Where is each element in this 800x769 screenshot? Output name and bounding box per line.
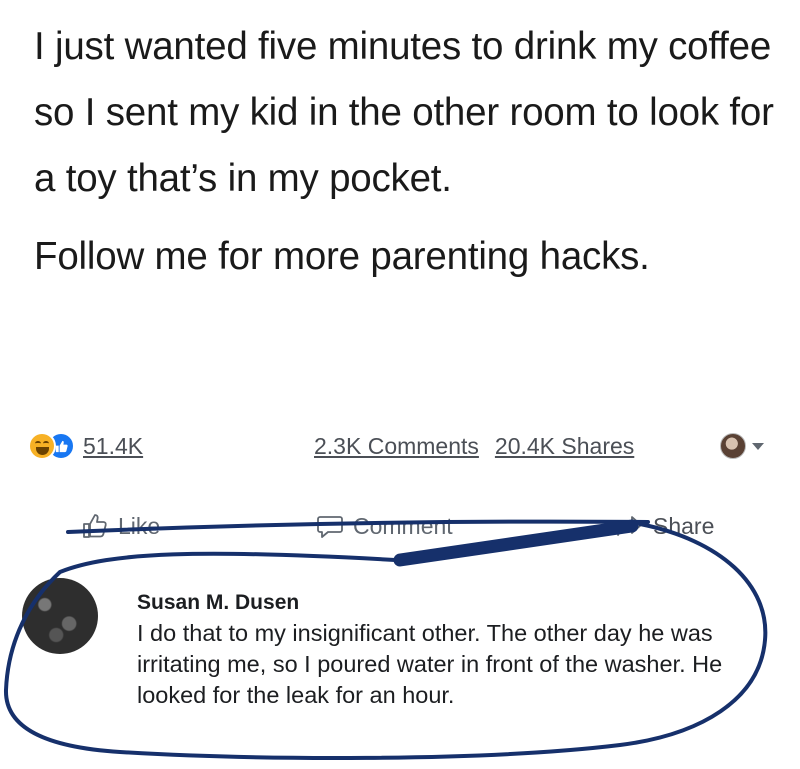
viewer-selector[interactable]	[720, 433, 764, 459]
shares-count-link[interactable]: 20.4K Shares	[495, 433, 634, 460]
speech-bubble-icon	[317, 516, 343, 538]
reaction-count[interactable]: 51.4K	[83, 433, 143, 460]
reactions-summary[interactable]: 51.4K	[28, 428, 143, 464]
commenter-avatar[interactable]	[22, 578, 98, 654]
like-button[interactable]: Like	[80, 504, 160, 548]
share-button[interactable]: Share	[615, 504, 714, 548]
commenter-name[interactable]: Susan M. Dusen	[137, 588, 757, 618]
caret-down-icon	[752, 442, 764, 450]
comment-button[interactable]: Comment	[315, 504, 453, 548]
post-call-to-action: Follow me for more parenting hacks.	[34, 235, 650, 278]
post-body: I just wanted five minutes to drink my c…	[34, 25, 774, 200]
post-actions: Like Comment Share	[80, 504, 760, 548]
post-text: I just wanted five minutes to drink my c…	[34, 14, 774, 290]
haha-icon	[28, 432, 56, 460]
share-button-label: Share	[653, 512, 715, 539]
comment-button-label: Comment	[353, 512, 453, 539]
share-arrow-icon	[617, 516, 642, 536]
thumbs-up-icon	[83, 514, 107, 538]
comments-count-link[interactable]: 2.3K Comments	[314, 433, 479, 460]
comment-text: I do that to my insignificant other. The…	[137, 620, 723, 708]
engagement-counts: 2.3K Comments 20.4K Shares	[314, 428, 634, 464]
comment-body: Susan M. Dusen I do that to my insignifi…	[137, 588, 757, 711]
post-stats-bar: 51.4K 2.3K Comments 20.4K Shares	[28, 428, 776, 464]
like-button-label: Like	[118, 512, 161, 539]
viewer-avatar	[720, 433, 746, 459]
